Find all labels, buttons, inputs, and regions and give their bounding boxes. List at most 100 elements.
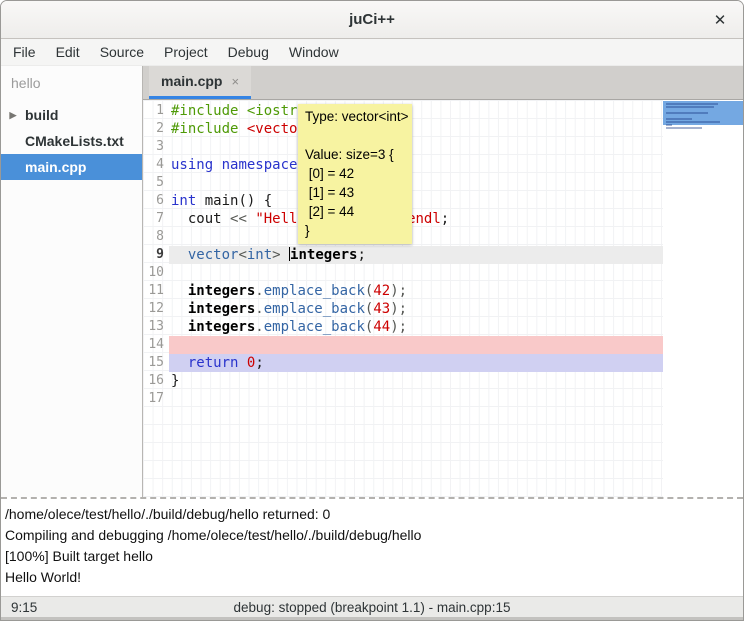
code-token: integers [188,283,255,299]
code-token [238,355,246,371]
code-token: int [171,193,196,209]
code-line: #include <iostream> [169,102,663,120]
menu-window[interactable]: Window [279,40,349,64]
code-token: return [188,355,239,371]
code-token: > [272,247,280,263]
app-window: juCi++ ✕ FileEditSourceProjectDebugWindo… [0,0,744,621]
tree-item-cmakelists-txt[interactable]: ▶CMakeLists.txt [1,128,142,154]
code-line [169,228,663,246]
code-line [169,336,663,354]
tooltip-line: [1] = 43 [305,183,405,202]
code-token: } [171,373,179,389]
debug-status-label: debug: stopped (breakpoint 1.1) - main.c… [1,600,743,615]
menu-source[interactable]: Source [90,40,154,64]
terminal-lines: /home/olece/test/hello/./build/debug/hel… [1,499,743,588]
minimap-visible-region[interactable] [663,101,743,125]
project-name-label[interactable]: hello [1,66,142,97]
menu-edit[interactable]: Edit [46,40,90,64]
tooltip-line: Value: size=3 { [305,145,405,164]
debug-value-tooltip: Type: vector<int> Value: size=3 { [0] = … [298,104,412,244]
line-number: 1 [143,102,169,120]
code-line: integers.emplace_back(42); [169,282,663,300]
tooltip-line: [0] = 42 [305,164,405,183]
code-token: . [255,301,263,317]
code-token: 42 [373,283,390,299]
tab-main-cpp[interactable]: main.cpp × [149,66,251,99]
code-token: vector [188,247,239,263]
code-token: ); [390,301,407,317]
code-token: 44 [373,319,390,335]
tab-label: main.cpp [161,73,222,89]
code-token: . [255,319,263,335]
status-bar: 9:15 debug: stopped (breakpoint 1.1) - m… [1,596,743,620]
code-token: emplace_back [264,319,365,335]
line-number: 10 [143,264,169,282]
minimap-code-bar [666,118,692,120]
minimap-code-bar [666,112,708,114]
editor-pane: main.cpp × 1234567891011121314151617 #in… [143,66,743,497]
code-line [169,138,663,156]
line-number: 11 [143,282,169,300]
code-token [213,157,221,173]
terminal-line: /home/olece/test/hello/./build/debug/hel… [5,504,735,525]
file-tree-sidebar: hello ▶build▶CMakeLists.txt▶main.cpp [1,66,143,497]
code-token: 43 [373,301,390,317]
file-tree: ▶build▶CMakeLists.txt▶main.cpp [1,102,142,180]
code-token [171,319,188,335]
line-number: 2 [143,120,169,138]
close-icon[interactable]: ✕ [710,10,730,30]
code-line: #include <vector> [169,120,663,138]
tab-bar: main.cpp × [143,66,743,100]
code-line: cout << "Hello World!" << endl; [169,210,663,228]
title-bar: juCi++ ✕ [1,1,743,39]
line-number: 7 [143,210,169,228]
code-line: integers.emplace_back(43); [169,300,663,318]
code-line: using namespace std; [169,156,663,174]
menu-debug[interactable]: Debug [218,40,279,64]
code-lines[interactable]: #include <iostream>#include <vector> usin… [169,100,663,497]
menu-project[interactable]: Project [154,40,218,64]
terminal-output[interactable]: /home/olece/test/hello/./build/debug/hel… [1,497,743,596]
line-number: 9 [143,246,169,264]
code-token: ); [390,319,407,335]
code-token: ); [390,283,407,299]
tree-item-main-cpp[interactable]: ▶main.cpp [1,154,142,180]
code-token: int [247,247,272,263]
line-number: 14 [143,336,169,354]
terminal-line: [100%] Built target hello [5,546,735,567]
code-line: } [169,372,663,390]
source-minimap[interactable] [663,100,743,497]
code-token: ; [441,211,449,227]
line-number: 15 [143,354,169,372]
line-number: 12 [143,300,169,318]
minimap-code-bar [666,106,714,108]
code-token [171,247,188,263]
tab-close-icon[interactable]: × [231,74,239,89]
tooltip-line: } [305,221,405,240]
tree-item-build[interactable]: ▶build [1,102,142,128]
minimap-code-bar [666,127,702,129]
source-editor[interactable]: 1234567891011121314151617 #include <iost… [143,100,743,497]
code-line: int main() { [169,192,663,210]
code-token [171,283,188,299]
code-token: emplace_back [264,283,365,299]
line-number: 8 [143,228,169,246]
expander-icon[interactable]: ▶ [1,110,25,121]
tree-item-label: build [25,107,58,123]
tooltip-line: [2] = 44 [305,202,405,221]
code-token: integers [290,247,357,263]
code-token [281,247,289,263]
code-token: endl [407,211,441,227]
terminal-line: Hello World! [5,567,735,588]
code-token: namespace [222,157,298,173]
code-line: vector<int> integers; [169,246,663,264]
code-token: using [171,157,213,173]
tooltip-line [305,126,405,145]
line-number: 6 [143,192,169,210]
minimap-code-bar [666,103,718,105]
tooltip-line: Type: vector<int> [305,107,405,126]
code-token: integers [188,319,255,335]
menu-bar: FileEditSourceProjectDebugWindow [1,39,743,66]
window-title: juCi++ [349,11,395,28]
menu-file[interactable]: File [3,40,46,64]
